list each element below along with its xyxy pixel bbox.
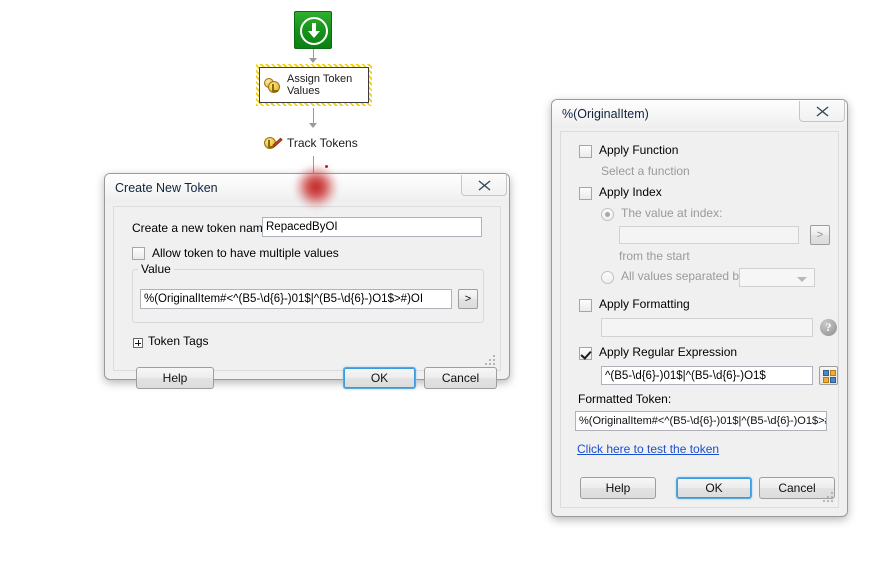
- apply-index-label: Apply Index: [599, 185, 662, 199]
- index-value-input[interactable]: [619, 226, 799, 244]
- apply-regex-label: Apply Regular Expression: [599, 345, 738, 359]
- original-item-body: Apply Function Select a function Apply I…: [560, 131, 839, 508]
- resize-grip[interactable]: [484, 355, 496, 367]
- coins-icon: [264, 77, 282, 93]
- formatting-input[interactable]: [601, 318, 813, 337]
- original-item-titlebar[interactable]: %(OriginalItem): [552, 100, 847, 128]
- help-icon[interactable]: ?: [820, 319, 837, 336]
- node-assign-token-values[interactable]: Assign Token Values: [256, 64, 372, 106]
- close-icon[interactable]: [799, 101, 845, 122]
- token-tags-label[interactable]: Token Tags: [148, 334, 209, 348]
- close-glyph: [816, 105, 828, 117]
- index-expand-button[interactable]: >: [810, 225, 830, 245]
- value-expand-button[interactable]: >: [458, 289, 478, 309]
- from-the-start-label: from the start: [619, 249, 690, 263]
- allow-multiple-values-label: Allow token to have multiple values: [152, 246, 339, 260]
- connector-arrowhead: [309, 123, 317, 128]
- node-track-tokens[interactable]: Track Tokens: [264, 133, 358, 153]
- token-name-label: Create a new token named:: [132, 221, 280, 235]
- token-name-input[interactable]: RepacedByOI: [262, 217, 482, 237]
- close-glyph: [478, 179, 490, 191]
- formatted-token-value: %(OriginalItem#<^(B5-\d{6}-)01$|^(B5-\d{…: [575, 411, 827, 431]
- apply-function-label: Apply Function: [599, 143, 679, 157]
- all-values-separated-radio[interactable]: [601, 271, 614, 284]
- allow-multiple-values-checkbox[interactable]: [132, 247, 145, 260]
- apply-regex-checkbox[interactable]: [579, 347, 592, 360]
- apply-formatting-label: Apply Formatting: [599, 297, 690, 311]
- help-button[interactable]: Help: [136, 367, 214, 389]
- regex-input[interactable]: ^(B5-\d{6}-)01$|^(B5-\d{6}-)O1$: [601, 366, 813, 385]
- formatted-token-label: Formatted Token:: [578, 392, 672, 406]
- color-grid-icon[interactable]: [819, 366, 838, 385]
- all-values-separated-label: All values separated by:: [621, 269, 749, 283]
- node-assign-token-values-label: Assign Token Values: [287, 73, 353, 97]
- apply-index-checkbox[interactable]: [579, 187, 592, 200]
- click-marker-dot: [325, 165, 328, 168]
- token-tags-expander-icon[interactable]: [133, 338, 143, 348]
- apply-formatting-checkbox[interactable]: [579, 299, 592, 312]
- cancel-button[interactable]: Cancel: [424, 367, 497, 389]
- start-node[interactable]: [294, 11, 332, 49]
- value-at-index-label: The value at index:: [621, 206, 723, 220]
- chevron-down-icon: [797, 277, 807, 282]
- connector-track-downward: [313, 156, 314, 174]
- value-at-index-radio[interactable]: [601, 208, 614, 221]
- value-groupbox-title: Value: [138, 262, 174, 276]
- ok-button[interactable]: OK: [343, 367, 416, 389]
- apply-function-checkbox[interactable]: [579, 145, 592, 158]
- create-token-title: Create New Token: [115, 181, 218, 195]
- original-item-dialog[interactable]: %(OriginalItem) Apply Function Select a …: [551, 99, 848, 517]
- original-item-title: %(OriginalItem): [562, 107, 649, 121]
- close-icon[interactable]: [461, 175, 507, 196]
- separator-combobox[interactable]: [739, 268, 815, 287]
- connector-arrowhead: [309, 58, 317, 63]
- help-button[interactable]: Help: [580, 477, 656, 499]
- token-value-input[interactable]: %(OriginalItem#<^(B5-\d{6}-)01$|^(B5-\d{…: [140, 289, 452, 309]
- test-token-link[interactable]: Click here to test the token: [577, 442, 719, 456]
- select-a-function-label[interactable]: Select a function: [601, 164, 690, 178]
- coin-pencil-icon: [264, 135, 283, 151]
- node-track-tokens-label: Track Tokens: [287, 136, 358, 150]
- create-token-body: Create a new token named: RepacedByOI Al…: [113, 206, 501, 389]
- ok-button[interactable]: OK: [676, 477, 752, 499]
- resize-grip[interactable]: [822, 492, 834, 504]
- create-new-token-dialog[interactable]: Create New Token Create a new token name…: [104, 173, 510, 389]
- create-token-titlebar[interactable]: Create New Token: [105, 174, 509, 202]
